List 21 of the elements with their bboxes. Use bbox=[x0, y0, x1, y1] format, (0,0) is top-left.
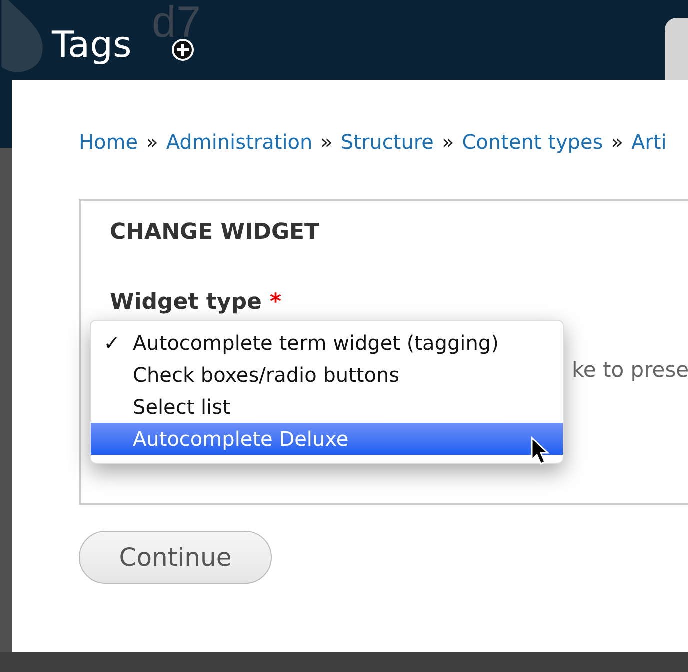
menu-option[interactable]: Check boxes/radio buttons bbox=[91, 359, 563, 391]
breadcrumb-link[interactable]: Administration bbox=[166, 126, 313, 158]
breadcrumb-separator: » bbox=[611, 129, 624, 156]
breadcrumb-link[interactable]: Content types bbox=[462, 126, 604, 158]
menu-option[interactable]: Select list bbox=[91, 391, 563, 423]
required-mark: * bbox=[270, 289, 282, 317]
page-title: Tags bbox=[52, 24, 132, 68]
continue-button[interactable]: Continue bbox=[79, 531, 272, 584]
breadcrumb-link[interactable]: Structure bbox=[340, 126, 434, 158]
field-label: Widget type bbox=[110, 289, 262, 317]
checkmark-icon: ✓ bbox=[91, 327, 133, 359]
menu-option[interactable]: Autocomplete Deluxe bbox=[91, 423, 563, 455]
breadcrumb-link[interactable]: Home bbox=[79, 126, 138, 158]
add-icon[interactable] bbox=[171, 38, 195, 62]
fieldset-legend: CHANGE WIDGET bbox=[110, 218, 688, 248]
breadcrumb-link[interactable]: Arti bbox=[631, 126, 667, 158]
breadcrumb-separator: » bbox=[320, 129, 333, 156]
breadcrumb-separator: » bbox=[442, 129, 454, 156]
breadcrumb-separator: » bbox=[146, 129, 158, 156]
field-description: ke to prese bbox=[572, 358, 688, 382]
menu-option[interactable]: ✓ Autocomplete term widget (tagging) bbox=[91, 327, 563, 359]
